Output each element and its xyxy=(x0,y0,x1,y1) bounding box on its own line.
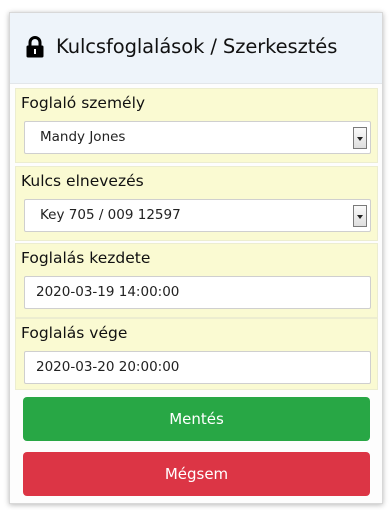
key-name-section: Kulcs elnevezés Key 705 / 009 12597 xyxy=(15,166,378,241)
dialog-header: Kulcsfoglalások / Szerkesztés xyxy=(10,13,382,84)
end-datetime-value: 2020-03-20 20:00:00 xyxy=(36,359,180,375)
page-title: Kulcsfoglalások / Szerkesztés xyxy=(56,35,338,58)
key-name-label: Kulcs elnevezés xyxy=(21,172,144,190)
save-button[interactable]: Mentés xyxy=(23,397,370,441)
end-datetime-input[interactable]: 2020-03-20 20:00:00 xyxy=(24,351,371,384)
start-section: Foglalás kezdete 2020-03-19 14:00:00 xyxy=(15,243,378,318)
key-name-select[interactable]: Key 705 / 009 12597 xyxy=(24,199,371,232)
cancel-button[interactable]: Mégsem xyxy=(23,452,370,496)
person-section: Foglaló személy Mandy Jones xyxy=(15,88,378,163)
key-name-dropdown-arrow-icon[interactable] xyxy=(353,205,367,227)
lock-icon xyxy=(26,36,44,58)
start-datetime-input[interactable]: 2020-03-19 14:00:00 xyxy=(24,276,371,309)
end-section: Foglalás vége 2020-03-20 20:00:00 xyxy=(15,318,378,390)
person-label: Foglaló személy xyxy=(21,94,146,112)
person-select-value: Mandy Jones xyxy=(40,129,126,145)
booking-edit-dialog: Kulcsfoglalások / Szerkesztés Foglaló sz… xyxy=(9,12,383,504)
person-dropdown-arrow-icon[interactable] xyxy=(353,127,367,149)
start-datetime-value: 2020-03-19 14:00:00 xyxy=(36,284,180,300)
start-label: Foglalás kezdete xyxy=(21,249,151,267)
key-name-select-value: Key 705 / 009 12597 xyxy=(40,207,181,223)
person-select[interactable]: Mandy Jones xyxy=(24,121,371,154)
end-label: Foglalás vége xyxy=(21,324,128,342)
